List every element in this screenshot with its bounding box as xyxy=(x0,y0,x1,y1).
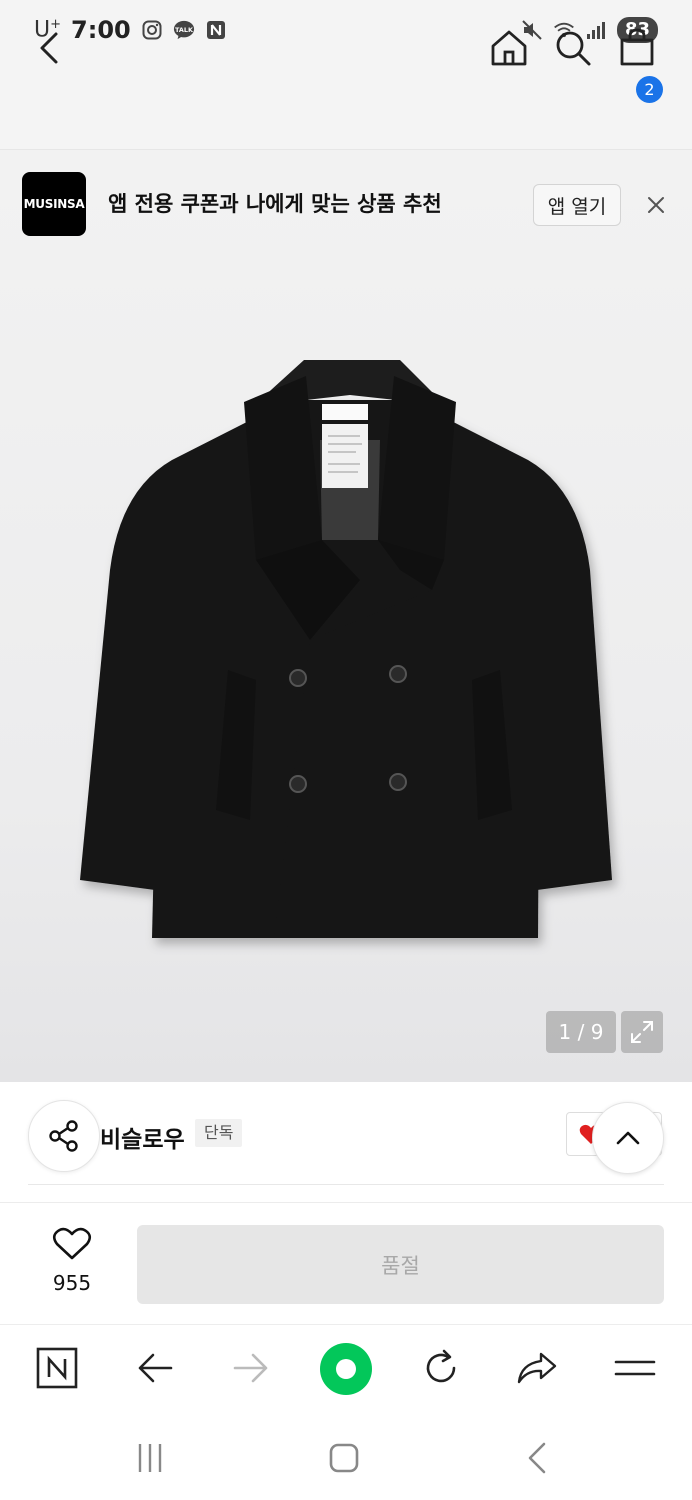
exclusive-tag: 단독 xyxy=(195,1119,243,1147)
expand-icon xyxy=(631,1021,653,1043)
heart-outline-icon xyxy=(52,1227,92,1260)
recent-apps-button[interactable] xyxy=(128,1436,172,1480)
share-icon xyxy=(49,1120,78,1152)
wishlist-button[interactable]: 955 xyxy=(40,1227,104,1297)
home-square-icon xyxy=(329,1443,359,1473)
musinsa-logo: MUSINSA xyxy=(22,172,86,236)
image-counter: 1 / 9 xyxy=(546,1011,616,1053)
chevron-up-icon xyxy=(616,1131,640,1145)
search-icon xyxy=(556,31,591,66)
refresh-button[interactable] xyxy=(418,1345,464,1391)
scroll-to-top-button[interactable] xyxy=(592,1102,664,1174)
android-navigation-bar xyxy=(0,1414,692,1500)
app-download-banner: MUSINSA 앱 전용 쿠폰과 나에게 맞는 상품 추천 앱 열기 xyxy=(0,150,692,260)
instagram-icon xyxy=(141,19,163,41)
close-banner-button[interactable] xyxy=(643,192,669,218)
product-photo-coat xyxy=(80,360,612,938)
arrow-right-icon xyxy=(233,1353,268,1383)
share-page-button[interactable] xyxy=(514,1345,560,1391)
forward-share-icon xyxy=(517,1352,557,1384)
kakaotalk-icon: TALK xyxy=(173,19,195,41)
browser-forward-button[interactable] xyxy=(228,1345,274,1391)
close-icon xyxy=(648,197,664,213)
fullscreen-button[interactable] xyxy=(621,1011,663,1053)
chevron-left-icon xyxy=(528,1442,546,1474)
android-home-button[interactable] xyxy=(322,1436,366,1480)
status-time: 7:00 xyxy=(71,16,131,44)
recent-apps-icon xyxy=(138,1444,162,1472)
browser-back-button[interactable] xyxy=(132,1345,178,1391)
hamburger-menu-icon xyxy=(614,1360,656,1376)
svg-text:TALK: TALK xyxy=(175,26,194,34)
naver-n-icon xyxy=(36,1347,78,1389)
naver-home-button[interactable] xyxy=(34,1345,80,1391)
soldout-button[interactable]: 품절 xyxy=(137,1225,664,1304)
chevron-left-icon xyxy=(40,32,58,64)
share-button[interactable] xyxy=(28,1100,100,1172)
back-button[interactable] xyxy=(30,26,70,70)
browser-toolbar xyxy=(0,1324,692,1414)
wishlist-count: 955 xyxy=(52,1271,92,1295)
cart-button[interactable] xyxy=(616,26,658,70)
naver-icon xyxy=(205,19,227,41)
menu-button[interactable] xyxy=(612,1345,658,1391)
refresh-icon xyxy=(426,1349,456,1383)
search-button[interactable] xyxy=(552,26,594,70)
arrow-left-icon xyxy=(138,1353,173,1383)
shopping-bag-icon xyxy=(620,28,654,66)
android-back-button[interactable] xyxy=(516,1436,560,1480)
open-app-button[interactable]: 앱 열기 xyxy=(533,184,621,226)
divider xyxy=(28,1184,664,1185)
product-info-row: 비슬로우 단독 xyxy=(0,1082,692,1202)
green-dot-icon xyxy=(320,1343,372,1395)
cart-count-badge: 2 xyxy=(636,76,663,103)
home-icon xyxy=(491,30,527,66)
naver-green-dot-button[interactable] xyxy=(318,1341,374,1397)
home-button[interactable] xyxy=(488,26,530,70)
banner-message: 앱 전용 쿠폰과 나에게 맞는 상품 추천 xyxy=(108,192,442,216)
purchase-bar: 955 품절 xyxy=(0,1202,692,1324)
brand-name[interactable]: 비슬로우 xyxy=(100,1120,185,1154)
